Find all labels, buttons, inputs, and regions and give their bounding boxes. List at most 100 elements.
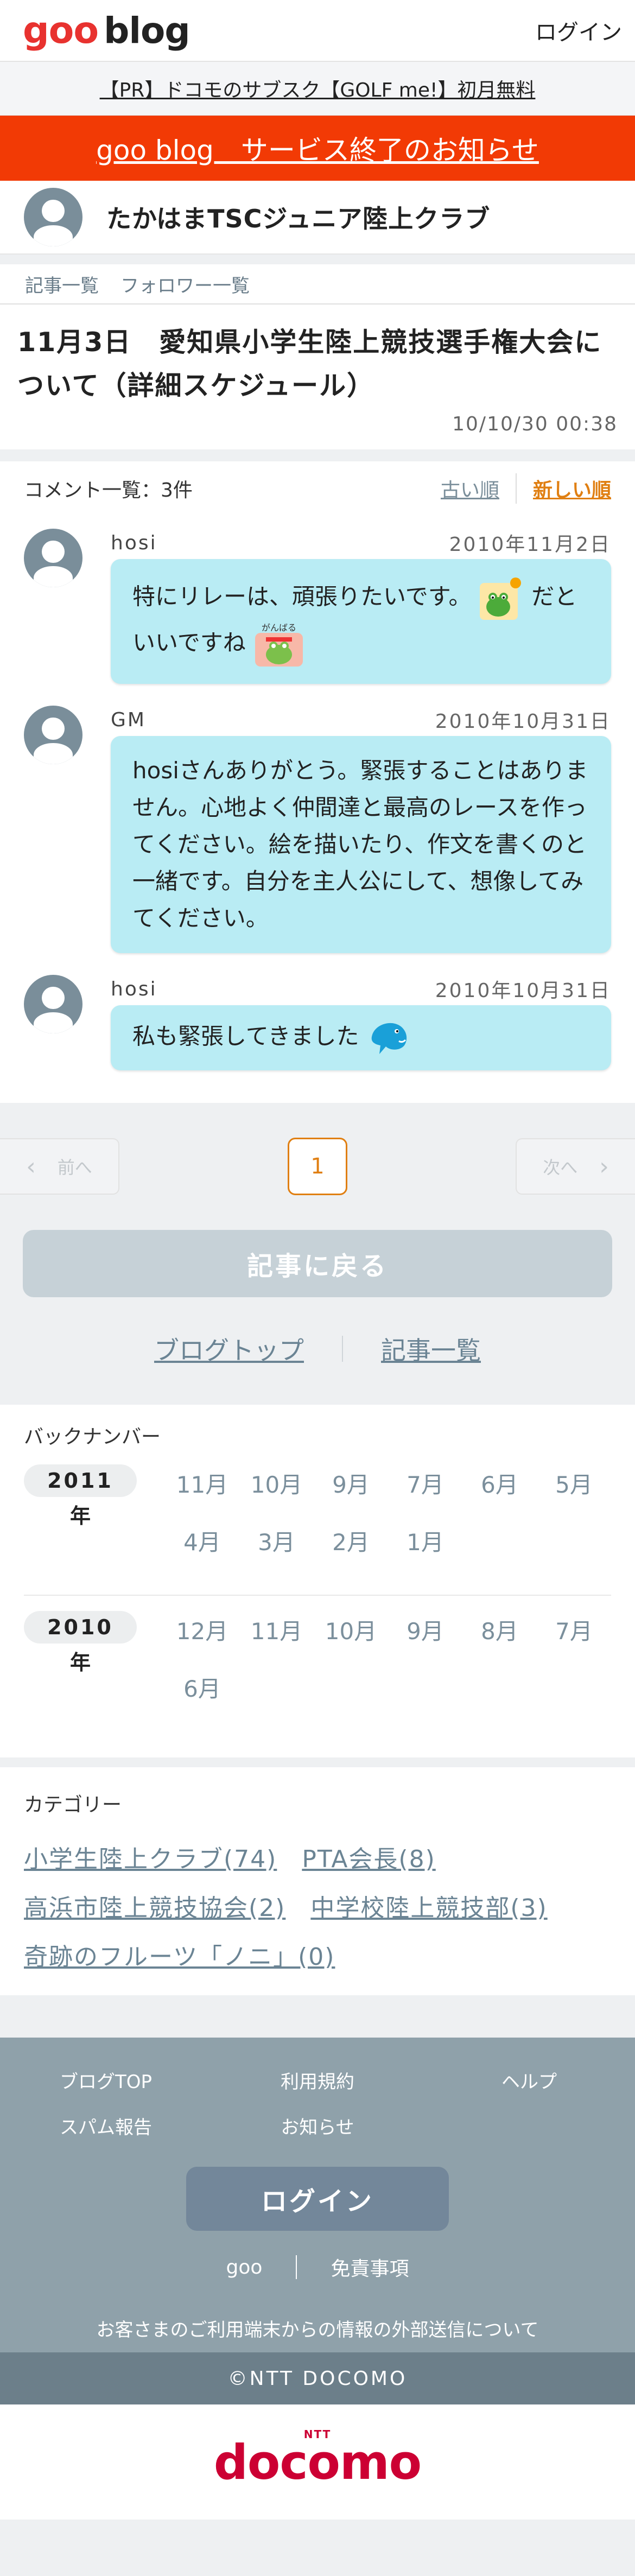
- comment-text: hosiさんありがとう。緊張することはありません。心地よく仲間達と最高のレースを…: [132, 757, 588, 931]
- comment-item: hosi 2010年11月2日 特にリレーは、頑張りたいです。 だといいですね …: [24, 529, 611, 684]
- year-suffix: 年: [69, 1651, 91, 1674]
- back-to-article-button[interactable]: 記事に戻る: [23, 1230, 612, 1297]
- month-link[interactable]: 2月: [314, 1522, 388, 1579]
- sort-controls: 古い順 新しい順: [441, 473, 611, 504]
- site-footer: ブログTOP 利用規約 ヘルプ スパム報告 お知らせ ログイン goo 免責事項…: [0, 2038, 635, 2404]
- disclaimer-link[interactable]: 免責事項: [331, 2253, 409, 2281]
- bottom-links: ブログトップ 記事一覧: [0, 1297, 635, 1400]
- footer-divider: [296, 2255, 297, 2279]
- footer-login-button[interactable]: ログイン: [186, 2167, 449, 2231]
- month-list: 12月 11月 10月 9月 8月 7月 6月: [165, 1611, 611, 1726]
- month-link[interactable]: 8月: [462, 1611, 537, 1668]
- comment-bubble: hosiさんありがとう。緊張することはありません。心地よく仲間達と最高のレースを…: [111, 736, 611, 953]
- footer-link-blogtop[interactable]: ブログTOP: [0, 2057, 212, 2103]
- month-link[interactable]: 11月: [165, 1464, 239, 1522]
- month-link[interactable]: 3月: [239, 1522, 314, 1579]
- login-link[interactable]: ログイン: [535, 15, 622, 46]
- footer-link-spam[interactable]: スパム報告: [0, 2103, 212, 2148]
- blog-top-link[interactable]: ブログトップ: [154, 1331, 304, 1367]
- sort-oldest-link[interactable]: 古い順: [441, 474, 499, 503]
- footer-link-help[interactable]: ヘルプ: [423, 2057, 635, 2103]
- blog-tabs: 記事一覧 フォロワー一覧: [0, 264, 635, 303]
- month-link[interactable]: 12月: [165, 1611, 239, 1668]
- docomo-wordmark: docomo: [213, 2434, 422, 2490]
- frog-ganbaru-icon: がんばる: [255, 623, 303, 667]
- pr-text[interactable]: 【PR】ドコモのサブスク【GOLF me!】初月無料: [100, 74, 536, 103]
- category-link[interactable]: PTA会長(8): [302, 1832, 435, 1881]
- blog-avatar: [24, 188, 82, 246]
- comment-count: コメント一覧：3件: [24, 479, 193, 502]
- article-title[interactable]: 11月3日 愛知県小学生陸上競技選手権大会について（詳細スケジュール）: [17, 321, 618, 408]
- month-list: 11月 10月 9月 7月 6月 5月 4月 3月 2月 1月: [165, 1464, 611, 1579]
- copyright: ©NTT DOCOMO: [0, 2352, 635, 2404]
- category-link[interactable]: 高浜市陸上競技協会(2): [24, 1881, 285, 1930]
- year-row: 2010 年 12月 11月 10月 9月 8月 7月 6月: [24, 1595, 611, 1741]
- month-link[interactable]: 9月: [388, 1611, 462, 1668]
- category-section: カテゴリー 小学生陸上クラブ(74) PTA会長(8) 高浜市陸上競技協会(2)…: [0, 1767, 635, 1995]
- month-link[interactable]: 10月: [314, 1611, 388, 1668]
- next-label: 次へ: [543, 1157, 578, 1178]
- links-divider: [342, 1336, 343, 1362]
- prev-page-button[interactable]: ‹ 前へ: [0, 1138, 119, 1195]
- sort-divider: [515, 473, 517, 504]
- docomo-ntt: NTT: [303, 2427, 332, 2441]
- frog-sun-icon: [479, 578, 521, 620]
- chevron-right-icon: ›: [599, 1152, 609, 1181]
- footer-sub-links: goo 免責事項: [0, 2231, 635, 2304]
- month-link[interactable]: 5月: [537, 1464, 611, 1522]
- month-link[interactable]: 7月: [388, 1464, 462, 1522]
- footer-link-terms[interactable]: 利用規約: [212, 2057, 423, 2103]
- year-label: 2011: [24, 1464, 137, 1497]
- comment-bubble: 特にリレーは、頑張りたいです。 だといいですね がんばる: [111, 559, 611, 684]
- tab-follower-list[interactable]: フォロワー一覧: [120, 271, 250, 297]
- svg-text:がんばる: がんばる: [262, 623, 296, 633]
- footer-link-news[interactable]: お知らせ: [212, 2103, 423, 2148]
- category-label: カテゴリー: [24, 1794, 122, 1816]
- month-link[interactable]: 4月: [165, 1522, 239, 1579]
- year-suffix: 年: [69, 1504, 91, 1528]
- comment-text: 私も緊張してきました: [132, 1023, 359, 1050]
- dolphin-icon: [371, 1023, 407, 1054]
- year-row: 2011 年 11月 10月 9月 7月 6月 5月 4月 3月 2月 1月: [24, 1449, 611, 1595]
- goo-link[interactable]: goo: [226, 2256, 263, 2279]
- article-list-link[interactable]: 記事一覧: [381, 1331, 481, 1367]
- comments-header: コメント一覧：3件 古い順 新しい順: [24, 461, 611, 516]
- month-link[interactable]: 6月: [462, 1464, 537, 1522]
- external-info-link[interactable]: お客さまのご利用端末からの情報の外部送信について: [0, 2304, 635, 2352]
- month-link[interactable]: 11月: [239, 1611, 314, 1668]
- docomo-logo[interactable]: NTT docomo: [213, 2428, 422, 2490]
- month-link[interactable]: 7月: [537, 1611, 611, 1668]
- comment-bubble: 私も緊張してきました: [111, 1005, 611, 1070]
- backnumber-section: バックナンバー 2011 年 11月 10月 9月 7月 6月 5月 4月 3月…: [0, 1405, 635, 1757]
- month-link[interactable]: 1月: [388, 1522, 462, 1579]
- sort-newest-link[interactable]: 新しい順: [533, 474, 611, 503]
- pr-banner[interactable]: 【PR】ドコモのサブスク【GOLF me!】初月無料: [0, 62, 635, 116]
- blog-title-row[interactable]: たかはまTSCジュニア陸上クラブ: [0, 181, 635, 255]
- comment-author: hosi: [111, 978, 157, 1000]
- next-page-button[interactable]: 次へ ›: [516, 1138, 635, 1195]
- month-link[interactable]: 9月: [314, 1464, 388, 1522]
- month-link[interactable]: 6月: [165, 1668, 239, 1726]
- year-label: 2010: [24, 1611, 137, 1644]
- service-end-notice[interactable]: goo blog サービス終了のお知らせ: [0, 116, 635, 181]
- blog-name[interactable]: たかはまTSCジュニア陸上クラブ: [106, 199, 490, 235]
- commenter-avatar: [24, 529, 82, 587]
- category-link[interactable]: 中学校陸上競技部(3): [310, 1881, 547, 1930]
- chevron-left-icon: ‹: [26, 1152, 36, 1181]
- goo-blog-logo[interactable]: goo blog: [23, 9, 190, 52]
- tab-article-list[interactable]: 記事一覧: [25, 271, 99, 297]
- commenter-avatar: [24, 706, 82, 764]
- month-link[interactable]: 10月: [239, 1464, 314, 1522]
- comment-author: GM: [111, 708, 146, 731]
- comment-date: 2010年10月31日: [435, 980, 611, 1002]
- article-header: 11月3日 愛知県小学生陸上競技選手権大会について（詳細スケジュール） 10/1…: [0, 303, 635, 449]
- page-number-current[interactable]: 1: [288, 1138, 347, 1195]
- category-link[interactable]: 奇跡のフルーツ「ノニ」(0): [24, 1930, 335, 1979]
- comment-text: 特にリレーは、頑張りたいです。: [132, 583, 472, 610]
- backnumber-label: バックナンバー: [24, 1426, 161, 1448]
- comments-section: コメント一覧：3件 古い順 新しい順 hosi 2010年11月2日 特にリレー…: [0, 461, 635, 1103]
- logo-goo: goo: [23, 9, 99, 52]
- notice-text[interactable]: goo blog サービス終了のお知らせ: [96, 129, 539, 168]
- commenter-avatar: [24, 975, 82, 1033]
- category-link[interactable]: 小学生陸上クラブ(74): [24, 1832, 277, 1881]
